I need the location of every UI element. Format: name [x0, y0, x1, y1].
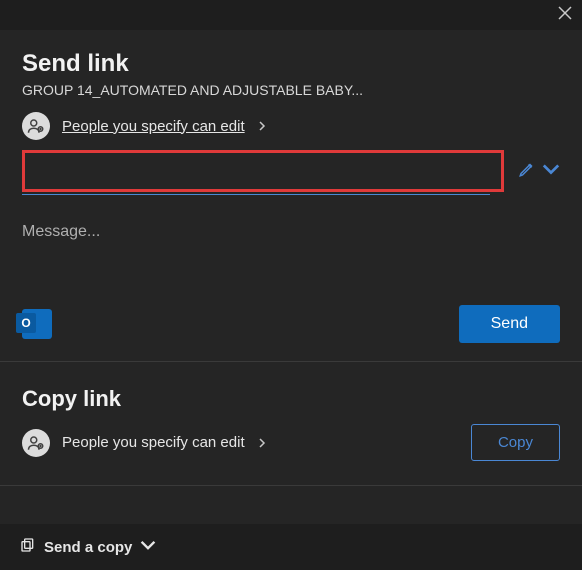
share-dialog: Send link GROUP 14_AUTOMATED AND ADJUSTA… — [0, 0, 582, 570]
people-icon — [22, 112, 50, 140]
copy-permission-selector[interactable]: People you specify can edit — [22, 429, 267, 457]
send-a-copy-dropdown[interactable]: Send a copy — [20, 537, 156, 557]
recipients-input[interactable] — [22, 150, 504, 192]
close-icon[interactable] — [558, 6, 576, 24]
dialog-topbar — [0, 0, 582, 30]
divider — [0, 485, 582, 486]
copy-link-section: Copy link People you specify can edit — [0, 362, 582, 485]
send-button[interactable]: Send — [459, 305, 560, 343]
copy-row: People you specify can edit Copy — [22, 424, 560, 461]
copy-link-title: Copy link — [22, 386, 560, 412]
edit-permission-dropdown[interactable] — [518, 160, 560, 183]
people-icon — [22, 429, 50, 457]
send-link-section: Send link GROUP 14_AUTOMATED AND ADJUSTA… — [0, 30, 582, 361]
send-a-copy-label: Send a copy — [44, 539, 132, 556]
file-name: GROUP 14_AUTOMATED AND ADJUSTABLE BABY..… — [22, 82, 560, 98]
chevron-right-icon — [257, 121, 267, 131]
outlook-letter: O — [16, 313, 36, 333]
dialog-title: Send link — [22, 50, 560, 78]
chevron-down-icon — [140, 537, 156, 557]
chevron-down-icon — [542, 160, 560, 183]
permission-selector[interactable]: People you specify can edit — [22, 112, 560, 140]
pencil-icon — [518, 160, 536, 183]
send-row: O Send — [22, 305, 560, 343]
recipients-row — [22, 150, 560, 192]
copy-permission-label: People you specify can edit — [62, 434, 245, 451]
message-input[interactable] — [22, 223, 560, 241]
outlook-icon[interactable]: O — [22, 309, 52, 339]
chevron-right-icon — [257, 438, 267, 448]
input-underline — [22, 194, 490, 195]
copy-file-icon — [20, 537, 36, 557]
dialog-footer: Send a copy — [0, 524, 582, 570]
permission-label: People you specify can edit — [62, 118, 245, 135]
copy-button[interactable]: Copy — [471, 424, 560, 461]
